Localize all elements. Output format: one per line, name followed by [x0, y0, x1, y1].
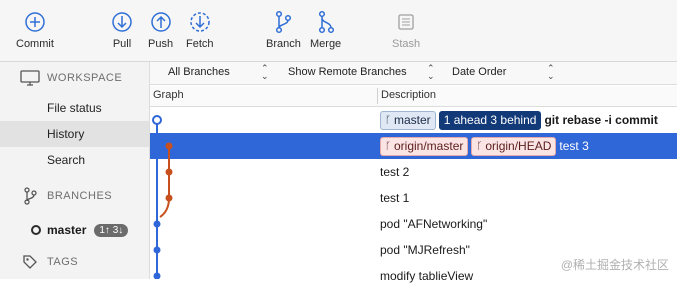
order-select[interactable]: Date Order: [452, 66, 506, 78]
tag-label: origin/master: [394, 139, 464, 153]
branch-status-badge: 1↑ 3↓: [94, 223, 129, 237]
branch-icon: [22, 187, 38, 205]
commit-node: [153, 272, 161, 279]
commit-node: [165, 142, 173, 150]
fetch-label: Fetch: [186, 38, 214, 50]
branch-button[interactable]: Branch: [266, 9, 301, 50]
branches-section[interactable]: BRANCHES: [0, 182, 149, 210]
commit-graph: [152, 115, 173, 279]
commit-message: test 2: [380, 165, 410, 179]
commit-message: git rebase -i commit: [544, 113, 658, 127]
fetch-icon: [189, 9, 211, 35]
chevron-updown-icon: ⌃ ⌄: [261, 63, 269, 81]
chevron-updown-icon: ⌃ ⌄: [547, 63, 555, 81]
plus-circle-icon: [24, 9, 46, 35]
branch-icon: ᚴ: [385, 114, 391, 126]
fetch-button[interactable]: Fetch: [186, 9, 214, 50]
tag-label: master: [394, 113, 431, 127]
branches-header: BRANCHES: [47, 190, 113, 202]
workspace-section[interactable]: WORKSPACE: [0, 64, 149, 92]
arrow-down-circle-icon: [111, 9, 133, 35]
watermark: @稀土掘金技术社区: [560, 258, 669, 272]
sidebar-item-search[interactable]: Search: [0, 147, 149, 173]
sidebar-item-label: History: [47, 127, 85, 141]
commit-node: [153, 246, 161, 254]
commit-row[interactable]: test 2: [150, 159, 677, 185]
branch-filter-select[interactable]: All Branches: [168, 66, 230, 78]
local-branch-tag: ᚴ master: [380, 110, 436, 130]
remote-branch-tag: ᚴ origin/master: [380, 136, 469, 156]
commit-node: [165, 168, 173, 176]
commit-row-selected[interactable]: ᚴ origin/master ᚴ origin/HEAD test 3: [150, 133, 677, 159]
commit-label: Commit: [16, 38, 54, 50]
branch-icon: ᚴ: [476, 140, 483, 152]
toolbar: Commit Pull Push Fetch Branch Merge Stas…: [0, 0, 677, 62]
monitor-icon: [20, 70, 40, 86]
commit-message: test 3: [559, 139, 589, 153]
commit-node-head: [152, 115, 162, 125]
stash-button[interactable]: Stash: [392, 9, 420, 50]
pull-button[interactable]: Pull: [111, 9, 133, 50]
column-divider[interactable]: [377, 88, 378, 104]
commit-message: modify tablieView: [380, 269, 474, 283]
remote-branch-line: [159, 146, 170, 218]
commit-row[interactable]: test 1: [150, 185, 677, 211]
tags-header: TAGS: [47, 256, 79, 268]
column-header: Graph Description: [150, 86, 677, 107]
merge-icon: [315, 9, 337, 35]
merge-label: Merge: [310, 38, 342, 50]
description-column-header[interactable]: Description: [381, 89, 436, 101]
commit-message: test 1: [380, 191, 410, 205]
commit-row[interactable]: pod "AFNetworking": [150, 211, 677, 237]
sidebar-item-label: File status: [47, 101, 102, 115]
pull-label: Pull: [112, 38, 132, 50]
sidebar-item-history[interactable]: History: [0, 121, 149, 147]
current-branch-icon: [31, 225, 41, 235]
push-button[interactable]: Push: [148, 9, 173, 50]
branch-name: master: [47, 223, 87, 237]
stash-icon: [395, 9, 417, 35]
filter-bar: All Branches ⌃ ⌄ Show Remote Branches ⌃ ⌄ …: [150, 62, 677, 85]
chevron-updown-icon: ⌃ ⌄: [427, 63, 435, 81]
ahead-behind-badge: 1 ahead 3 behind: [438, 110, 542, 130]
branch-icon: [272, 9, 294, 35]
commit-node: [165, 194, 173, 202]
commit-button[interactable]: Commit: [16, 9, 54, 50]
stash-label: Stash: [392, 38, 421, 50]
sidebar-branch-master[interactable]: master 1↑ 3↓: [0, 217, 149, 243]
tags-section[interactable]: TAGS: [0, 248, 149, 276]
commit-node: [153, 220, 161, 228]
merge-button[interactable]: Merge: [310, 9, 341, 50]
sidebar-item-label: Search: [47, 153, 86, 167]
push-label: Push: [148, 38, 174, 50]
tag-icon: [22, 254, 38, 270]
remote-branch-tag: ᚴ origin/HEAD: [471, 136, 557, 156]
branch-icon: ᚴ: [385, 140, 391, 152]
workspace-header: WORKSPACE: [47, 72, 123, 84]
commit-row[interactable]: ᚴ master 1 ahead 3 behind git rebase -i c…: [150, 107, 677, 133]
tag-label: origin/HEAD: [485, 139, 552, 153]
graph-column-header[interactable]: Graph: [153, 89, 184, 101]
remote-filter-select[interactable]: Show Remote Branches: [288, 66, 407, 78]
commit-message: pod "MJRefresh": [380, 243, 470, 257]
commit-message: pod "AFNetworking": [380, 217, 488, 231]
sidebar-item-file-status[interactable]: File status: [0, 95, 149, 121]
arrow-up-circle-icon: [150, 9, 172, 35]
sidebar: WORKSPACE File status History Search BRA…: [0, 62, 150, 279]
branch-label: Branch: [266, 38, 301, 50]
